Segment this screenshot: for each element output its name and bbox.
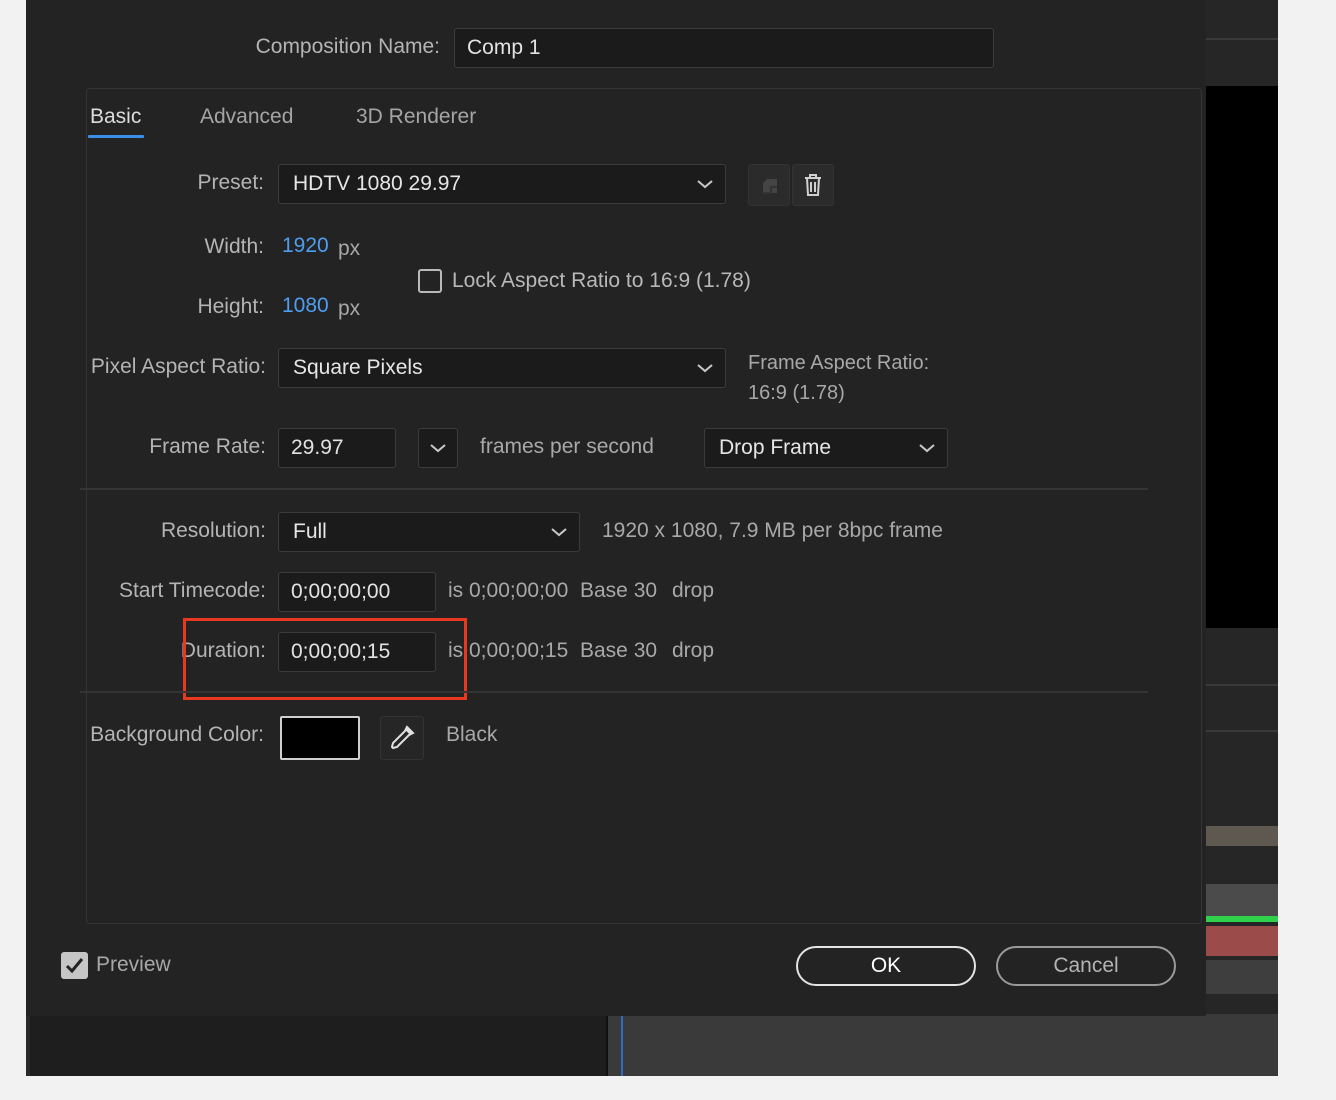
frame-rate-input[interactable]: 29.97 — [278, 428, 396, 468]
tab-active-indicator — [88, 135, 144, 138]
pixel-aspect-value: Square Pixels — [293, 356, 423, 379]
eyedropper-icon — [390, 725, 415, 750]
app-divider — [1206, 38, 1278, 40]
preset-value: HDTV 1080 29.97 — [293, 172, 462, 195]
separator — [80, 691, 1148, 693]
save-preset-icon — [763, 179, 777, 194]
playhead-line — [621, 1014, 623, 1076]
height-label: Height: — [197, 295, 264, 318]
checkmark-icon — [65, 958, 84, 974]
frame-rate-dropdown[interactable] — [418, 428, 458, 468]
drop-frame-value: Drop Frame — [719, 436, 832, 459]
duration-drop: drop — [672, 639, 715, 662]
separator — [80, 488, 1148, 490]
preset-dropdown[interactable]: HDTV 1080 29.97 — [278, 164, 726, 204]
width-label: Width: — [204, 235, 264, 258]
duration-base: Base 30 — [580, 639, 658, 662]
background-color-label: Background Color: — [90, 723, 264, 746]
pixel-aspect-label: Pixel Aspect Ratio: — [90, 355, 266, 378]
composition-settings-dialog: Composition Name: Comp 1 Basic Advanced … — [26, 0, 1206, 1016]
chevron-down-icon — [919, 444, 935, 453]
height-value[interactable]: 1080 — [282, 294, 329, 318]
frame-aspect-label: Frame Aspect Ratio: — [748, 352, 930, 374]
app-divider — [1206, 730, 1278, 732]
resolution-info: 1920 x 1080, 7.9 MB per 8bpc frame — [602, 519, 943, 542]
app-bottom-panel — [606, 1014, 1278, 1076]
timeline-bar — [1206, 826, 1278, 846]
trash-icon — [805, 174, 821, 196]
start-timecode-is: is 0;00;00;00 — [448, 579, 569, 602]
resolution-dropdown[interactable]: Full — [278, 512, 580, 552]
chevron-down-icon — [551, 528, 567, 537]
preset-label: Preset: — [197, 171, 264, 194]
tab-basic[interactable]: Basic — [90, 105, 141, 129]
tab-advanced[interactable]: Advanced — [200, 105, 293, 129]
duration-highlight-box — [183, 618, 467, 700]
timeline-track — [1206, 884, 1278, 916]
delete-preset-button[interactable] — [792, 164, 834, 206]
chevron-down-icon — [430, 444, 446, 453]
cancel-button[interactable]: Cancel — [996, 946, 1176, 986]
height-unit: px — [338, 297, 361, 320]
background-color-name: Black — [446, 723, 498, 746]
frame-rate-unit: frames per second — [480, 435, 654, 458]
chevron-down-icon — [697, 180, 713, 189]
resolution-value: Full — [293, 520, 327, 543]
app-divider — [1206, 684, 1278, 686]
frame-rate-label: Frame Rate: — [149, 435, 266, 458]
layer-bar — [1206, 926, 1278, 956]
start-timecode-label: Start Timecode: — [118, 579, 266, 602]
work-area-bar — [1206, 916, 1278, 922]
lock-aspect-checkbox[interactable] — [418, 269, 442, 293]
chevron-down-icon — [697, 364, 713, 373]
save-preset-button[interactable] — [748, 164, 790, 206]
tab-3d-renderer[interactable]: 3D Renderer — [356, 105, 476, 129]
preview-checkbox[interactable] — [61, 952, 88, 979]
preview-label: Preview — [96, 953, 171, 976]
start-timecode-drop: drop — [672, 579, 715, 602]
comp-name-label: Composition Name: — [255, 35, 440, 58]
frame-aspect-value: 16:9 (1.78) — [748, 382, 845, 404]
composition-viewer — [1206, 86, 1278, 628]
settings-panel — [86, 88, 1202, 924]
ok-button[interactable]: OK — [796, 946, 976, 986]
pixel-aspect-dropdown[interactable]: Square Pixels — [278, 348, 726, 388]
width-unit: px — [338, 237, 361, 260]
background-color-swatch[interactable] — [280, 716, 360, 760]
comp-name-input[interactable]: Comp 1 — [454, 28, 994, 68]
drop-frame-dropdown[interactable]: Drop Frame — [704, 428, 948, 468]
start-timecode-base: Base 30 — [580, 579, 658, 602]
width-value[interactable]: 1920 — [282, 234, 329, 258]
eyedropper-button[interactable] — [380, 716, 424, 760]
resolution-label: Resolution: — [160, 519, 266, 542]
timeline-track — [1206, 960, 1278, 994]
start-timecode-input[interactable]: 0;00;00;00 — [278, 572, 436, 612]
lock-aspect-label: Lock Aspect Ratio to 16:9 (1.78) — [452, 269, 751, 292]
